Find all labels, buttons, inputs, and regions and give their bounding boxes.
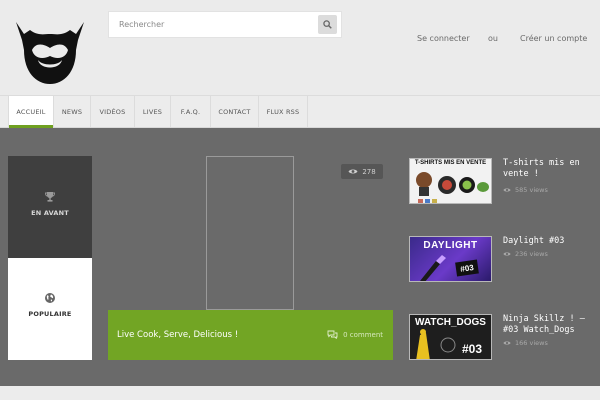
post-title[interactable]: Daylight #03 [503,236,595,247]
nav-item-news[interactable]: NEWS [54,96,91,127]
tab-popular-label: POPULAIRE [28,310,72,318]
tab-popular[interactable]: POPULAIRE [8,258,92,360]
list-item[interactable]: WATCH_DOGS #03 Ninja Skillz ! – #03 Watc… [409,314,599,362]
list-item[interactable]: DAYLIGHT #03 Daylight #03 236 views [409,236,599,284]
post-views: 166 views [503,339,548,347]
featured-post-title[interactable]: Live Cook, Serve, Delicious ! [117,330,238,340]
tab-featured[interactable]: EN AVANT [8,156,92,258]
post-title[interactable]: T-shirts mis en vente ! [503,158,595,180]
featured-comments[interactable]: 0 comment [327,330,383,339]
nav-item-videos[interactable]: VIDÉOS [91,96,135,127]
post-title[interactable]: Ninja Skillz ! – #03 Watch_Dogs [503,314,595,336]
nav-item-contact[interactable]: CONTACT [211,96,259,127]
nav-item-faq[interactable]: F.A.Q. [171,96,211,127]
register-link[interactable]: Créer un compte [520,34,587,43]
lightstick-artwork-icon [420,255,446,281]
thumbnail-caption: T-SHIRTS MIS EN VENTE [414,160,487,166]
featured-views-badge: 278 [341,164,383,179]
post-views: 236 views [503,250,548,258]
site-header: Se connecter ou Créer un compte [0,0,600,95]
auth-separator: ou [488,34,498,43]
nav-item-lives[interactable]: LIVES [135,96,171,127]
post-thumbnail[interactable]: DAYLIGHT #03 [409,236,492,282]
eye-icon [348,169,358,174]
thumbnail-badge-text: #03 [459,262,475,274]
featured-image-placeholder[interactable] [206,156,294,310]
search-icon [323,20,332,29]
eye-icon [503,188,511,192]
main-content: EN AVANT POPULAIRE 278 Live Cook, Serve,… [0,128,600,386]
login-link[interactable]: Se connecter [417,34,470,43]
post-views-count: 236 views [515,250,548,258]
tab-featured-label: EN AVANT [31,209,69,217]
globe-icon [45,293,55,303]
search-input[interactable] [109,12,315,37]
post-thumbnail[interactable]: WATCH_DOGS #03 [409,314,492,360]
post-views-count: 166 views [515,339,548,347]
list-item[interactable]: T-SHIRTS MIS EN VENTE T-shirts mis en ve… [409,158,599,206]
search-button[interactable] [318,15,337,34]
eye-icon [503,252,511,256]
thumbnail-badge-text: #03 [462,342,483,356]
post-views: 585 views [503,186,548,194]
comments-icon [327,330,338,339]
nav-item-flux-rss[interactable]: FLUX RSS [259,96,308,127]
beard-logo-icon[interactable] [10,20,90,86]
trophy-icon [45,192,55,202]
eye-icon [503,341,511,345]
post-thumbnail[interactable]: T-SHIRTS MIS EN VENTE [409,158,492,204]
featured-views-count: 278 [362,167,376,176]
footer-strip [0,386,600,400]
feature-tabs: EN AVANT POPULAIRE [8,156,92,360]
featured-post: 278 Live Cook, Serve, Delicious ! 0 comm… [108,156,393,360]
nav-item-accueil[interactable]: ACCUEIL [8,96,54,128]
search-box [108,11,342,38]
main-nav: ACCUEIL NEWS VIDÉOS LIVES F.A.Q. CONTACT… [0,95,600,128]
tshirt-artwork-icon [416,172,489,203]
post-views-count: 585 views [515,186,548,194]
featured-caption-bar[interactable]: Live Cook, Serve, Delicious ! 0 comment [108,310,393,360]
featured-comments-count: 0 comment [343,330,383,339]
